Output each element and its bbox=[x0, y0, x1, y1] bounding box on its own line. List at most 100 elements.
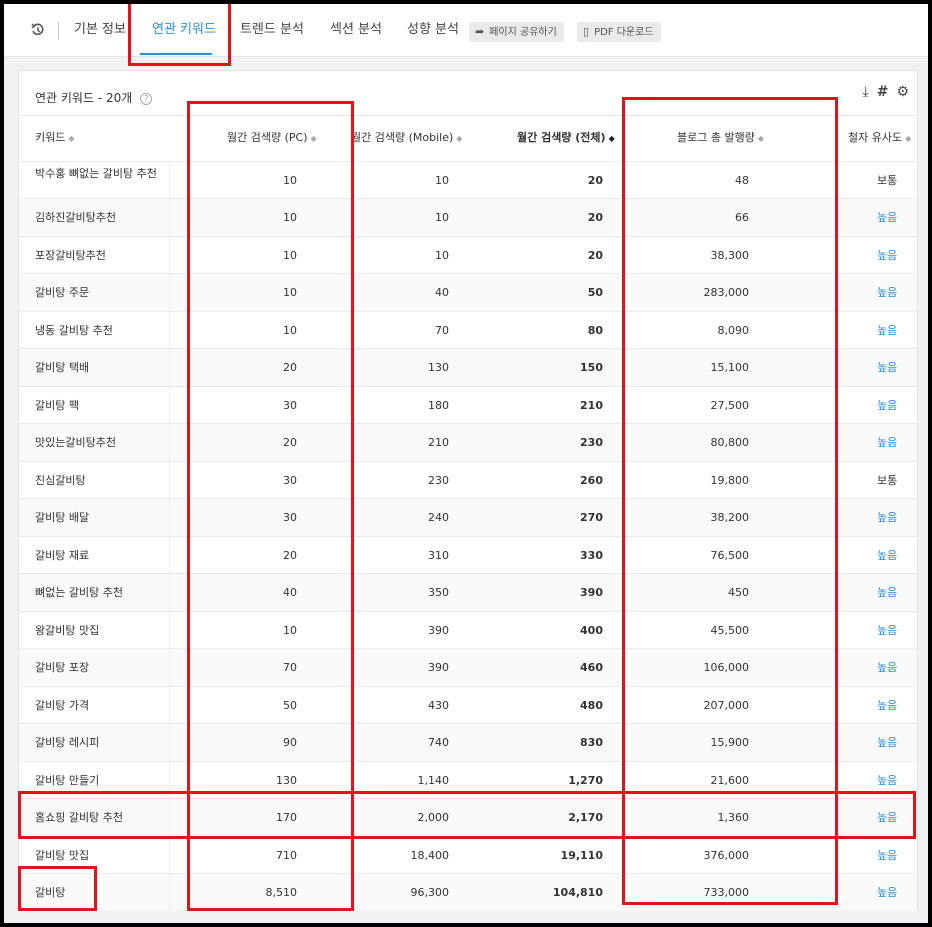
share-page-button[interactable]: ➦ 페이지 공유하기 bbox=[469, 22, 564, 42]
table-row[interactable]: 홈쇼핑 갈비탕 추천 170 2,000 2,170 1,360 높음 bbox=[19, 798, 917, 837]
tab-trend-analysis[interactable]: 트렌드 분석 bbox=[240, 21, 304, 39]
keyword-cell[interactable]: 갈비탕 택배 bbox=[35, 361, 160, 375]
keyword-column-border bbox=[169, 199, 170, 237]
table-row[interactable]: 갈비탕 주문 10 40 50 283,000 높음 bbox=[19, 273, 917, 312]
similarity-cell[interactable]: 높음 bbox=[877, 511, 897, 525]
similarity-cell[interactable]: 높음 bbox=[877, 549, 897, 563]
table-row[interactable]: 박수홍 뼈없는 갈비탕 추천 10 10 20 48 보통 bbox=[19, 161, 917, 199]
header-keyword[interactable]: 키워드 ◆ bbox=[35, 131, 75, 146]
similarity-cell[interactable]: 높음 bbox=[877, 586, 897, 600]
table-row[interactable]: 진심갈비탕 30 230 260 19,800 보통 bbox=[19, 461, 917, 499]
similarity-cell[interactable]: 높음 bbox=[877, 211, 897, 225]
similarity-cell[interactable]: 보통 bbox=[877, 474, 897, 488]
table-row[interactable]: 갈비탕 레시피 90 740 830 15,900 높음 bbox=[19, 723, 917, 762]
keyword-cell[interactable]: 냉동 갈비탕 추천 bbox=[35, 324, 160, 338]
total-volume-cell: 2,170 bbox=[568, 811, 603, 824]
mobile-volume-cell: 18,400 bbox=[410, 849, 450, 862]
keyword-cell[interactable]: 갈비탕 bbox=[35, 886, 160, 900]
similarity-cell[interactable]: 높음 bbox=[877, 361, 897, 375]
similarity-cell[interactable]: 높음 bbox=[877, 249, 897, 263]
blog-total-cell: 8,090 bbox=[717, 324, 750, 337]
keyword-cell[interactable]: 갈비탕 팩 bbox=[35, 399, 160, 413]
pc-volume-cell: 710 bbox=[276, 849, 297, 862]
table-row[interactable]: 갈비탕 택배 20 130 150 15,100 높음 bbox=[19, 348, 917, 387]
similarity-cell[interactable]: 높음 bbox=[877, 774, 897, 788]
mobile-volume-cell: 310 bbox=[428, 549, 449, 562]
keyword-cell[interactable]: 갈비탕 배달 bbox=[35, 511, 160, 525]
keyword-cell[interactable]: 진심갈비탕 bbox=[35, 474, 160, 488]
total-volume-cell: 400 bbox=[580, 624, 603, 637]
header-mobile-volume[interactable]: 월간 검색량 (Mobile) ◆ bbox=[351, 131, 462, 146]
blog-total-cell: 1,360 bbox=[717, 811, 750, 824]
keyword-cell[interactable]: 갈비탕 가격 bbox=[35, 699, 160, 713]
similarity-cell[interactable]: 높음 bbox=[877, 286, 897, 300]
hash-icon[interactable]: # bbox=[877, 84, 889, 100]
keyword-cell[interactable]: 맛있는갈비탕추천 bbox=[35, 436, 160, 450]
table-row[interactable]: 갈비탕 팩 30 180 210 27,500 높음 bbox=[19, 386, 917, 424]
keyword-column-border bbox=[169, 424, 170, 462]
keyword-cell[interactable]: 갈비탕 포장 bbox=[35, 661, 160, 675]
tab-related-keywords[interactable]: 연관 키워드 bbox=[152, 21, 216, 39]
keyword-cell[interactable]: 홈쇼핑 갈비탕 추천 bbox=[35, 811, 160, 825]
keyword-column-border bbox=[169, 762, 170, 799]
keyword-cell[interactable]: 박수홍 뼈없는 갈비탕 추천 bbox=[35, 167, 160, 181]
similarity-cell[interactable]: 높음 bbox=[877, 436, 897, 450]
keyword-cell[interactable]: 왕갈비탕 맛집 bbox=[35, 624, 160, 638]
table-row[interactable]: 갈비탕 만들기 130 1,140 1,270 21,600 높음 bbox=[19, 761, 917, 799]
keyword-cell[interactable]: 갈비탕 맛집 bbox=[35, 849, 160, 863]
help-icon[interactable]: ? bbox=[140, 93, 153, 105]
keyword-column-border bbox=[169, 687, 170, 724]
pc-volume-cell: 40 bbox=[283, 586, 297, 599]
table-row[interactable]: 갈비탕 포장 70 390 460 106,000 높음 bbox=[19, 648, 917, 687]
keyword-cell[interactable]: 김하진갈비탕추천 bbox=[35, 211, 160, 225]
similarity-cell[interactable]: 높음 bbox=[877, 661, 897, 675]
keyword-cell[interactable]: 갈비탕 레시피 bbox=[35, 736, 160, 750]
pdf-download-button[interactable]: ▯ PDF 다운로드 bbox=[577, 22, 661, 42]
similarity-cell[interactable]: 높음 bbox=[877, 886, 897, 900]
pc-volume-cell: 10 bbox=[283, 286, 297, 299]
similarity-cell[interactable]: 보통 bbox=[877, 174, 897, 188]
keyword-cell[interactable]: 뼈없는 갈비탕 추천 bbox=[35, 586, 160, 600]
table-row[interactable]: 냉동 갈비탕 추천 10 70 80 8,090 높음 bbox=[19, 311, 917, 349]
header-pc-volume[interactable]: 월간 검색량 (PC) ◆ bbox=[227, 131, 317, 146]
pc-volume-cell: 170 bbox=[276, 811, 297, 824]
pc-volume-cell: 20 bbox=[283, 361, 297, 374]
table-row[interactable]: 갈비탕 8,510 96,300 104,810 733,000 높음 bbox=[19, 873, 917, 911]
similarity-cell[interactable]: 높음 bbox=[877, 324, 897, 338]
mobile-volume-cell: 40 bbox=[435, 286, 449, 299]
similarity-cell[interactable]: 높음 bbox=[877, 624, 897, 638]
blog-total-cell: 76,500 bbox=[710, 549, 750, 562]
gear-icon[interactable]: ⚙ bbox=[896, 84, 909, 100]
download-icon[interactable]: ⤓ bbox=[863, 84, 869, 100]
similarity-cell[interactable]: 높음 bbox=[877, 736, 897, 750]
table-row[interactable]: 뼈없는 갈비탕 추천 40 350 390 450 높음 bbox=[19, 573, 917, 612]
similarity-cell[interactable]: 높음 bbox=[877, 849, 897, 863]
table-row[interactable]: 갈비탕 배달 30 240 270 38,200 높음 bbox=[19, 498, 917, 537]
table-row[interactable]: 포장갈비탕추천 10 10 20 38,300 높음 bbox=[19, 236, 917, 274]
table-row[interactable]: 갈비탕 맛집 710 18,400 19,110 376,000 높음 bbox=[19, 836, 917, 874]
keyword-cell[interactable]: 갈비탕 주문 bbox=[35, 286, 160, 300]
tab-basic-info[interactable]: 기본 정보 bbox=[74, 21, 126, 39]
table-row[interactable]: 김하진갈비탕추천 10 10 20 66 높음 bbox=[19, 198, 917, 237]
header-total-volume[interactable]: 월간 검색량 (전체) ◆ bbox=[517, 131, 615, 146]
tab-section-analysis[interactable]: 섹션 분석 bbox=[330, 21, 382, 39]
header-blog-total[interactable]: 블로그 총 발행량 ◆ bbox=[677, 131, 764, 146]
tab-tendency-analysis[interactable]: 성향 분석 bbox=[407, 21, 459, 39]
header-spelling-similarity[interactable]: 철자 유사도 ◆ bbox=[848, 131, 911, 146]
table-row[interactable]: 왕갈비탕 맛집 10 390 400 45,500 높음 bbox=[19, 611, 917, 649]
table-row[interactable]: 갈비탕 가격 50 430 480 207,000 높음 bbox=[19, 686, 917, 724]
blog-total-cell: 38,300 bbox=[710, 249, 750, 262]
keyword-cell[interactable]: 갈비탕 만들기 bbox=[35, 774, 160, 788]
pc-volume-cell: 10 bbox=[283, 211, 297, 224]
similarity-cell[interactable]: 높음 bbox=[877, 699, 897, 713]
similarity-cell[interactable]: 높음 bbox=[877, 811, 897, 825]
blog-total-cell: 45,500 bbox=[710, 624, 750, 637]
blog-total-cell: 19,800 bbox=[710, 474, 750, 487]
blog-total-cell: 450 bbox=[728, 586, 749, 599]
keyword-cell[interactable]: 갈비탕 재료 bbox=[35, 549, 160, 563]
table-row[interactable]: 갈비탕 재료 20 310 330 76,500 높음 bbox=[19, 536, 917, 574]
similarity-cell[interactable]: 높음 bbox=[877, 399, 897, 413]
keyword-cell[interactable]: 포장갈비탕추천 bbox=[35, 249, 160, 263]
table-row[interactable]: 맛있는갈비탕추천 20 210 230 80,800 높음 bbox=[19, 423, 917, 462]
history-icon[interactable] bbox=[31, 23, 45, 37]
